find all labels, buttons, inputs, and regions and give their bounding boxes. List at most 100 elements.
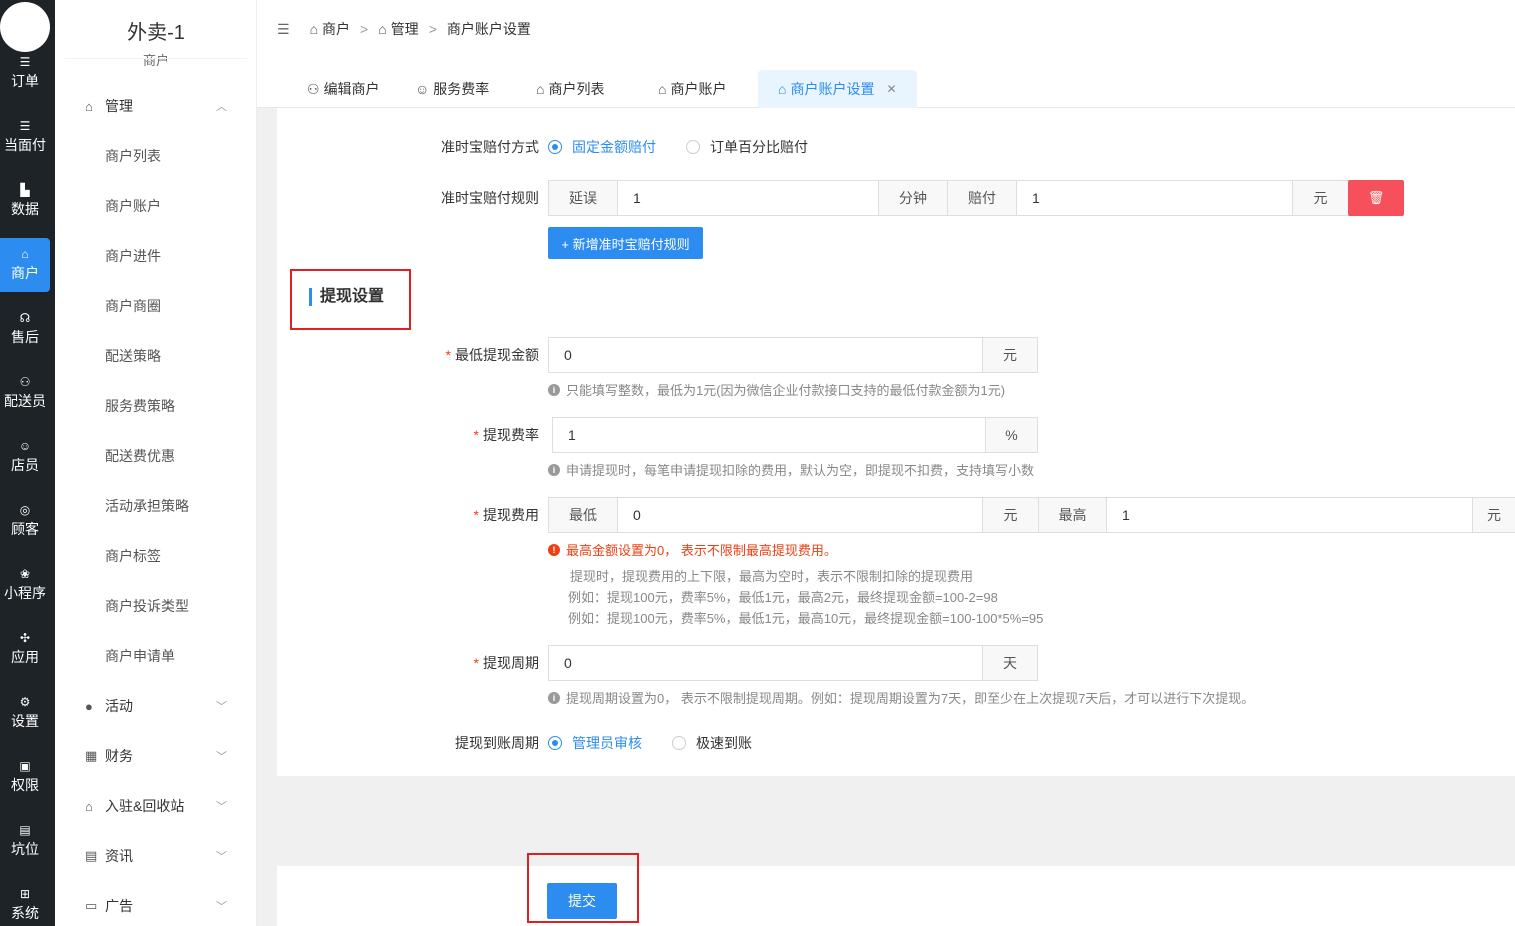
store-icon: ⌂ — [778, 81, 787, 97]
sidebar-item[interactable]: 商户账户 — [105, 196, 161, 216]
store-icon: ⌂ — [658, 81, 667, 97]
breadcrumb-item: 商户账户设置 — [446, 21, 531, 37]
sidebar-group-manage[interactable]: ⌂ 管理 ︿ — [85, 96, 257, 116]
sidebar-item[interactable]: 商户进件 — [105, 246, 161, 266]
tab-merchant-account[interactable]: ⌂ 商户账户 — [658, 70, 726, 108]
divider — [65, 58, 247, 59]
rail-item[interactable]: ☰ 当面付 — [0, 110, 50, 164]
tab-merchant-list[interactable]: ⌂ 商户列表 — [536, 70, 604, 108]
tab-bar: ⚇ 编辑商户 ☺ 服务费率 ⌂ 商户列表 ⌂ 商户账户 ⌂ 商户账户设置 ✕ — [257, 58, 1515, 108]
store-icon: ⌂ — [378, 21, 387, 37]
rail-item[interactable]: ⚙ 设置 — [0, 686, 50, 740]
period-label: * 提现周期 — [417, 653, 539, 673]
radio-dot — [672, 736, 686, 750]
add-rule-button[interactable]: + 新增准时宝赔付规则 — [548, 227, 703, 259]
tab-merchant-account-settings[interactable]: ⌂ 商户账户设置 ✕ — [758, 70, 917, 108]
period-hint: i 提现周期设置为0， 表示不限制提现周期。例如：提现周期设置为7天，即至少在上次… — [548, 688, 1254, 707]
avatar[interactable] — [0, 2, 50, 52]
fee-min-input[interactable]: 0 — [617, 497, 983, 533]
rail-item[interactable]: ⌂ 商户 — [0, 238, 50, 292]
sidebar-group[interactable]: ● 活动 ﹀ — [85, 696, 257, 716]
store-icon: ⌂ — [536, 81, 545, 97]
rail-item[interactable]: ◎ 顾客 — [0, 494, 50, 548]
sidebar-item[interactable]: 服务费策略 — [105, 396, 175, 416]
rate-label: * 提现费率 — [417, 425, 539, 445]
sidebar-item[interactable]: 配送费优惠 — [105, 446, 175, 466]
user-circle-icon: ● — [85, 698, 93, 714]
news-icon: ▤ — [85, 848, 98, 863]
breadcrumb-item[interactable]: 管理 — [391, 19, 419, 39]
sidebar-group-label: 财务 — [105, 748, 133, 764]
breadcrumb-item[interactable]: 商户 — [322, 19, 350, 39]
rate-input[interactable]: 1 — [552, 417, 987, 453]
delay-input[interactable]: 1 — [617, 180, 879, 216]
sidebar-item[interactable]: 商户投诉类型 — [105, 596, 189, 616]
period-input[interactable]: 0 — [548, 645, 984, 681]
rail-item-label: 系统 — [11, 905, 39, 921]
rail-item[interactable]: ⊞ 系统 — [0, 878, 50, 926]
chevron-down-icon: ﹀ — [216, 701, 227, 713]
rail-item-label: 配送员 — [4, 393, 46, 409]
settings-icon: ⚙ — [19, 695, 31, 709]
sidebar-group[interactable]: ▭ 广告 ﹀ — [85, 896, 257, 916]
tab-edit-merchant[interactable]: ⚇ 编辑商户 — [307, 70, 380, 108]
radio-fixed-amount[interactable]: 固定金额赔付 — [548, 137, 656, 157]
close-icon[interactable]: ✕ — [886, 82, 896, 96]
fee-max-addon: 最高 — [1038, 497, 1107, 533]
sidebar-item[interactable]: 配送策略 — [105, 346, 161, 366]
error-text: 最高金额设置为0， 表示不限制最高提现费用。 — [566, 543, 837, 558]
sidebar: 外卖-1 商户 ⌂ 管理 ︿ 商户列表 商户账户 商户进件 商户商圈 配送策略 服务费策略… — [55, 0, 257, 926]
label-text: 最低提现金额 — [455, 347, 539, 363]
position-icon: ▤ — [19, 823, 31, 837]
sidebar-item[interactable]: 商户标签 — [105, 546, 161, 566]
rail-item[interactable]: ▙ 数据 — [0, 174, 50, 228]
hint-text: 申请提现时，每笔申请提现扣除的费用，默认为空，即提现不扣费，支持填写小数 — [566, 463, 1035, 478]
rail-item[interactable]: ▣ 权限 — [0, 750, 50, 804]
info-icon: i — [548, 463, 560, 476]
chevron-down-icon: ﹀ — [216, 751, 227, 763]
sidebar-item[interactable]: 活动承担策略 — [105, 496, 189, 516]
min-withdraw-input[interactable]: 0 — [548, 337, 984, 373]
customer-icon: ◎ — [19, 503, 31, 517]
rail-item[interactable]: ✣ 应用 — [0, 622, 50, 676]
rail-item[interactable]: ☊ 售后 — [0, 302, 50, 356]
rail-item-label: 顾客 — [11, 521, 39, 537]
fee-max-input[interactable]: 1 — [1106, 497, 1473, 533]
sidebar-group[interactable]: ▦ 财务 ﹀ — [85, 746, 257, 766]
rail-item[interactable]: ☰ 订单 — [0, 46, 50, 100]
delete-rule-button[interactable]: 🗑 — [1348, 180, 1404, 216]
rail-item-label: 设置 — [11, 713, 39, 729]
rail-item[interactable]: ▤ 坑位 — [0, 814, 50, 868]
breadcrumb-separator: > — [428, 21, 437, 37]
required-mark: * — [473, 655, 479, 671]
rail-item[interactable]: ⚇ 配送员 — [0, 366, 50, 420]
sidebar-group[interactable]: ⌂ 入驻&回收站 ﹀ — [85, 796, 257, 816]
hint-text: 只能填写整数，最低为1元(因为微信企业付款接口支持的最低付款金额为1元) — [566, 383, 1006, 398]
radio-order-percentage[interactable]: 订单百分比赔付 — [686, 137, 808, 157]
rail-item[interactable]: ❀ 小程序 — [0, 558, 50, 612]
breadcrumb-separator: > — [360, 21, 369, 37]
radio-admin-review[interactable]: 管理员审核 — [548, 733, 642, 753]
radio-label: 固定金额赔付 — [572, 139, 656, 155]
compensate-input[interactable]: 1 — [1016, 180, 1293, 216]
lock-icon: ▣ — [19, 759, 31, 773]
headset-icon: ☊ — [19, 311, 31, 325]
radio-dot — [686, 140, 700, 154]
radio-instant-arrival[interactable]: 极速到账 — [672, 733, 752, 753]
scooter-icon: ⚇ — [307, 80, 320, 97]
sidebar-item[interactable]: 商户列表 — [105, 146, 161, 166]
tab-service-rate[interactable]: ☺ 服务费率 — [415, 70, 489, 108]
required-mark: * — [473, 427, 479, 443]
sidebar-item[interactable]: 商户商圈 — [105, 296, 161, 316]
collapse-menu-icon[interactable]: ☰ — [277, 21, 290, 38]
highlight-box — [290, 269, 411, 330]
required-mark: * — [445, 347, 451, 363]
chevron-down-icon: ﹀ — [216, 901, 227, 913]
rail-item-label: 订单 — [11, 73, 39, 89]
sidebar-group[interactable]: ▤ 资讯 ﹀ — [85, 846, 257, 866]
sidebar-group-label: 入驻&回收站 — [105, 798, 185, 814]
sidebar-item[interactable]: 商户申请单 — [105, 646, 175, 666]
rail-item[interactable]: ☺ 店员 — [0, 430, 50, 484]
chevron-down-icon: ﹀ — [216, 851, 227, 863]
breadcrumb: ☰ ⌂ 商户 > ⌂ 管理 > 商户账户设置 — [277, 19, 531, 39]
